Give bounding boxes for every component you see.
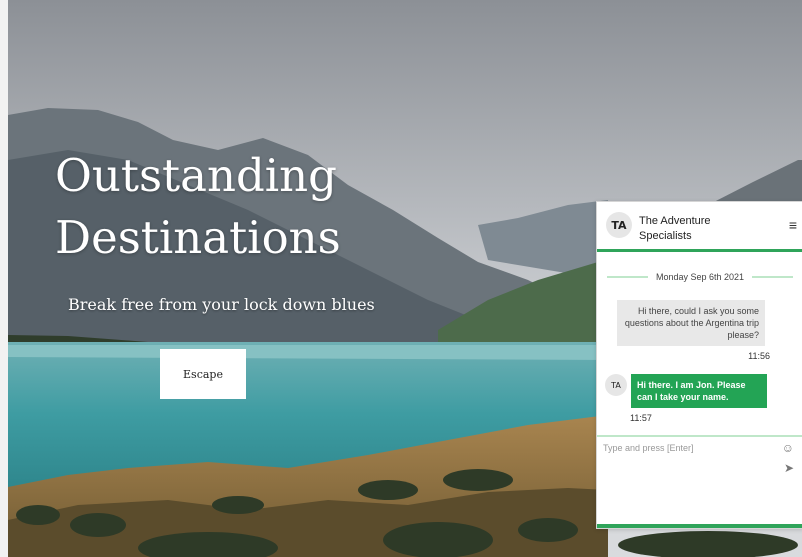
incoming-message: Hi there, could I ask you some questions… xyxy=(617,300,765,346)
date-divider-right xyxy=(752,276,794,278)
date-divider-left xyxy=(607,276,648,278)
chat-message-input[interactable] xyxy=(601,442,775,454)
hero-title-line-2: Destinations xyxy=(55,211,341,264)
escape-button[interactable]: Escape xyxy=(160,349,246,399)
chat-agent-name-line-1: The Adventure xyxy=(639,215,711,227)
chat-agent-name: The Adventure Specialists xyxy=(639,214,759,244)
reply-avatar: TA xyxy=(605,374,627,396)
chat-date: Monday Sep 6th 2021 xyxy=(655,272,745,282)
agent-message: Hi there. I am Jon. Please can I take yo… xyxy=(631,374,767,408)
send-icon[interactable]: ➤ xyxy=(784,461,794,475)
agent-avatar: TA xyxy=(606,212,632,238)
chat-bottom-bar xyxy=(597,524,802,528)
chat-widget: TA The Adventure Specialists ≡ Monday Se… xyxy=(596,201,802,529)
hero-title: Outstanding Destinations xyxy=(55,145,341,269)
hero-subtitle: Break free from your lock down blues xyxy=(68,295,375,314)
chat-header: TA The Adventure Specialists ≡ xyxy=(597,202,802,252)
chat-agent-name-line-2: Specialists xyxy=(639,230,692,242)
emoji-icon[interactable]: ☺ xyxy=(782,441,794,455)
incoming-message-time: 11:56 xyxy=(748,351,770,361)
chat-composer: ☺ ➤ xyxy=(597,435,802,528)
hero-title-line-1: Outstanding xyxy=(55,149,337,202)
menu-icon[interactable]: ≡ xyxy=(789,217,797,233)
agent-message-time: 11:57 xyxy=(630,413,652,423)
chat-date-separator: Monday Sep 6th 2021 xyxy=(607,272,794,282)
